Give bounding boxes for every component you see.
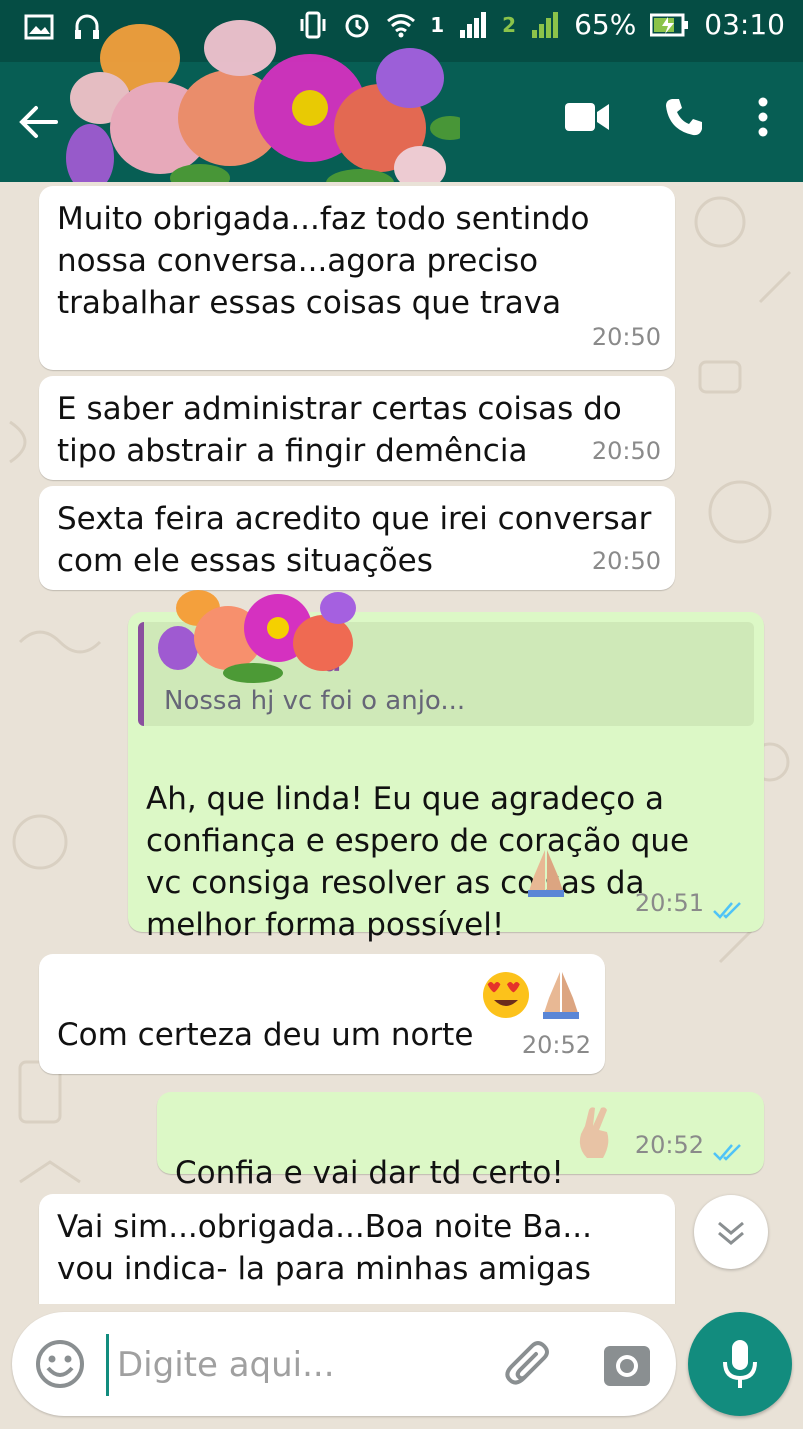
praying-hands-icon — [528, 850, 564, 897]
message-time: 20:52 — [634, 1131, 704, 1159]
message-time: 20:50 — [591, 323, 661, 351]
praying-hands-icon — [543, 972, 579, 1019]
read-receipt-icon — [713, 902, 741, 919]
message-outgoing[interactable]: d Nossa hj vc foi o anjo... Ah, que lind… — [128, 590, 764, 943]
message-time: 20:51 — [634, 889, 704, 917]
message-incoming[interactable]: Sexta feira acredito que irei conversar … — [39, 486, 675, 590]
camera-icon[interactable] — [602, 1340, 652, 1390]
message-incoming[interactable]: Com certeza deu um norte 20:52 — [39, 954, 605, 1074]
message-text: Vai sim...obrigada...Boa noite Ba... vou… — [57, 1209, 592, 1287]
message-text-body: Confia e vai dar td certo! — [175, 1155, 564, 1191]
double-chevron-down-icon — [718, 1221, 744, 1245]
message-text-body: Ah, que linda! Eu que agradeço a confian… — [146, 781, 690, 943]
message-text-body: Com certeza deu um norte — [57, 1017, 474, 1053]
message-composer — [12, 1312, 676, 1416]
signal-icon-2 — [532, 11, 559, 38]
quoted-avatar-flowers — [158, 590, 356, 683]
read-receipt-icon — [713, 1144, 741, 1161]
video-call-icon[interactable] — [563, 100, 611, 134]
message-incoming[interactable]: Vai sim...obrigada...Boa noite Ba... vou… — [39, 1194, 675, 1304]
gallery-icon — [24, 14, 54, 40]
emoji-icon[interactable] — [34, 1338, 86, 1390]
message-text: Sexta feira acredito que irei conversar … — [57, 501, 652, 579]
message-input[interactable] — [106, 1334, 499, 1396]
sim2-indicator: 2 — [502, 12, 517, 37]
message-time: 20:52 — [521, 1031, 591, 1059]
message-incoming[interactable]: E saber administrar certas coisas do tip… — [39, 376, 675, 480]
message-time: 20:50 — [591, 437, 661, 465]
battery-charging-icon — [650, 13, 689, 36]
more-options-icon[interactable] — [757, 97, 769, 137]
battery-percent: 65% — [574, 8, 637, 41]
attachment-icon[interactable] — [502, 1338, 558, 1394]
microphone-icon — [723, 1340, 757, 1388]
voice-record-button[interactable] — [688, 1312, 792, 1416]
scroll-to-bottom-button[interactable] — [694, 1195, 768, 1269]
clock: 03:10 — [704, 8, 785, 41]
message-text: E saber administrar certas coisas do tip… — [57, 391, 622, 469]
message-outgoing[interactable]: Confia e vai dar td certo! 20:52 — [157, 1092, 764, 1191]
crossed-fingers-icon — [579, 1107, 609, 1158]
chat-area[interactable]: Muito obrigada...faz todo sentindo nossa… — [0, 182, 803, 1304]
back-arrow-icon[interactable] — [16, 100, 60, 144]
chat-header — [0, 20, 803, 197]
phone-call-icon[interactable] — [663, 96, 705, 138]
message-time: 20:50 — [591, 547, 661, 575]
heart-eyes-emoji-icon — [483, 972, 529, 1018]
signal-icon — [460, 11, 487, 38]
message-text: Muito obrigada...faz todo sentindo nossa… — [57, 201, 590, 321]
message-incoming[interactable]: Muito obrigada...faz todo sentindo nossa… — [39, 186, 675, 370]
